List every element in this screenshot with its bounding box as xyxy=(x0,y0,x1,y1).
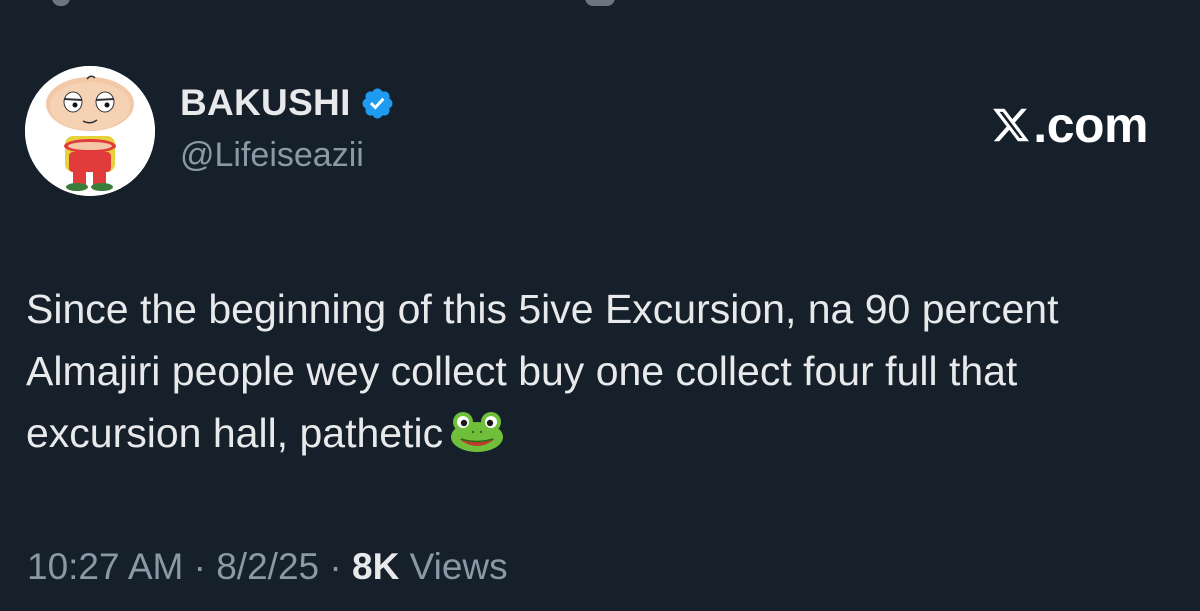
tweet-text-content: Since the beginning of this 5ive Excursi… xyxy=(26,286,1059,456)
views-count[interactable]: 8K xyxy=(352,546,399,588)
tweet-text: Since the beginning of this 5ive Excursi… xyxy=(26,278,1176,464)
tweet-date[interactable]: 8/2/25 xyxy=(216,546,319,588)
tweet-time[interactable]: 10:27 AM xyxy=(27,546,183,588)
author-handle[interactable]: @Lifeiseazii xyxy=(180,136,364,175)
tweet-meta: 10:27 AM · 8/2/25 · 8K Views xyxy=(27,546,508,588)
x-logo-icon xyxy=(993,108,1030,142)
views-label: Views xyxy=(409,546,508,587)
cartoon-baby-avatar-icon xyxy=(25,66,155,196)
tweet-card: BAKUSHI @Lifeiseazii .com Since the begi… xyxy=(0,0,1200,611)
meta-separator: · xyxy=(329,546,342,587)
verified-badge-icon xyxy=(362,88,393,118)
avatar[interactable] xyxy=(25,66,155,196)
brand-watermark: .com xyxy=(991,96,1148,154)
brand-domain-text: .com xyxy=(1033,97,1148,153)
frog-emoji-icon xyxy=(451,412,504,452)
meta-separator: · xyxy=(193,546,206,587)
author-name-row: BAKUSHI xyxy=(180,81,395,125)
author-display-name[interactable]: BAKUSHI xyxy=(180,82,351,124)
